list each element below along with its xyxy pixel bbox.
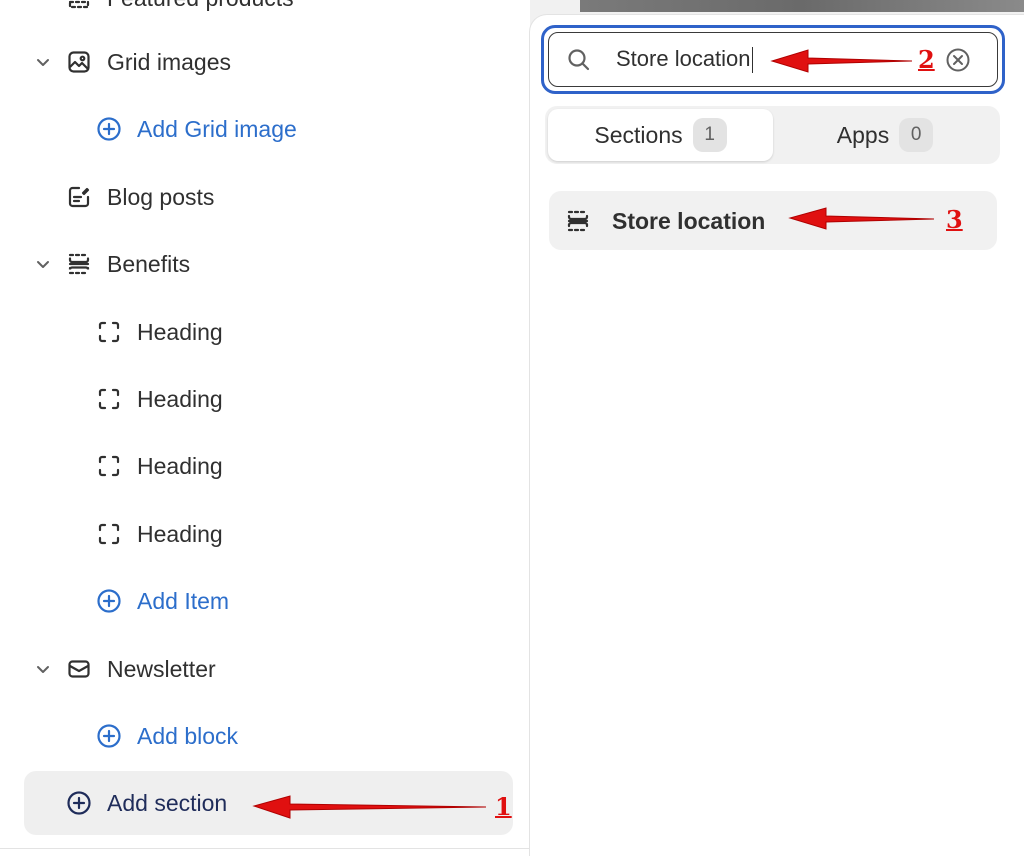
plus-circle-icon xyxy=(67,791,91,815)
add-link-label: Add Item xyxy=(137,588,230,614)
add-block-button[interactable]: Add block xyxy=(0,716,520,756)
tab-apps[interactable]: Apps 0 xyxy=(773,109,997,161)
add-link-label: Add Grid image xyxy=(137,116,297,142)
sidebar-item-label: Benefits xyxy=(107,251,191,277)
block-item-heading[interactable]: Heading xyxy=(0,312,520,352)
chevron-down-icon[interactable] xyxy=(34,660,52,678)
add-item-button[interactable]: Add Item xyxy=(0,581,520,621)
block-item-label: Heading xyxy=(137,453,223,479)
tab-label: Apps xyxy=(836,121,890,148)
dashed-block-icon xyxy=(98,523,120,545)
block-item-heading[interactable]: Heading xyxy=(0,379,520,419)
divider xyxy=(0,848,530,849)
dashed-block-icon xyxy=(98,388,120,410)
sidebar-item-label: Blog posts xyxy=(107,184,215,210)
sidebar-item-blog-posts[interactable]: Blog posts xyxy=(0,177,520,217)
sidebar-item-label: Grid images xyxy=(107,49,231,75)
sidebar-item-label: Featured products xyxy=(107,0,294,10)
sidebar-item-grid-images[interactable]: Grid images xyxy=(0,42,520,82)
result-store-location[interactable]: Store location xyxy=(549,191,997,250)
count-badge: 0 xyxy=(899,118,934,152)
plus-circle-icon xyxy=(97,724,121,748)
clear-search-icon[interactable] xyxy=(945,47,971,73)
search-input[interactable] xyxy=(541,25,1005,94)
block-item-heading[interactable]: Heading xyxy=(0,446,520,486)
plus-circle-icon xyxy=(97,117,121,141)
block-item-label: Heading xyxy=(137,521,223,547)
add-link-label: Add block xyxy=(137,723,239,749)
block-item-label: Heading xyxy=(137,386,223,412)
image-icon xyxy=(68,51,90,73)
results-tabs: Sections 1 Apps 0 xyxy=(545,106,1000,164)
dashed-block-icon xyxy=(98,455,120,477)
sidebar-item-label: Newsletter xyxy=(107,656,216,682)
annotation-number-1: 1 xyxy=(495,792,512,821)
chevron-down-icon[interactable] xyxy=(34,53,52,71)
chevron-down-icon[interactable] xyxy=(34,255,52,273)
dashed-section-icon xyxy=(567,210,589,232)
sidebar-item-newsletter[interactable]: Newsletter xyxy=(0,649,520,689)
result-label: Store location xyxy=(612,208,766,234)
section-sidebar: Featured products Grid images Add Grid i… xyxy=(0,0,530,856)
add-section-row[interactable]: Add section xyxy=(24,783,513,823)
sidebar-item-benefits[interactable]: Benefits xyxy=(0,244,520,284)
annotation-number-2: 2 xyxy=(918,45,935,74)
block-item-label: Heading xyxy=(137,319,223,345)
preview-image-edge xyxy=(580,0,1024,12)
tab-label: Sections xyxy=(594,121,683,148)
count-badge: 1 xyxy=(692,118,727,152)
dashed-block-icon xyxy=(98,321,120,343)
search-text: Store location xyxy=(616,46,751,71)
blog-edit-icon xyxy=(68,186,90,208)
mail-icon xyxy=(68,660,90,678)
block-item-heading[interactable]: Heading xyxy=(0,514,520,554)
plus-circle-icon xyxy=(97,589,121,613)
tab-sections[interactable]: Sections 1 xyxy=(548,109,773,161)
add-grid-image-button[interactable]: Add Grid image xyxy=(0,109,520,149)
annotation-number-3: 3 xyxy=(946,205,963,234)
dashed-section-icon xyxy=(68,0,90,9)
dashed-section-icon xyxy=(68,253,90,275)
add-section-label: Add section xyxy=(107,790,228,816)
search-icon xyxy=(568,49,590,71)
sidebar-item-featured-products[interactable]: Featured products xyxy=(0,0,520,18)
search-value[interactable]: Store location xyxy=(616,45,754,74)
text-caret xyxy=(751,47,754,74)
